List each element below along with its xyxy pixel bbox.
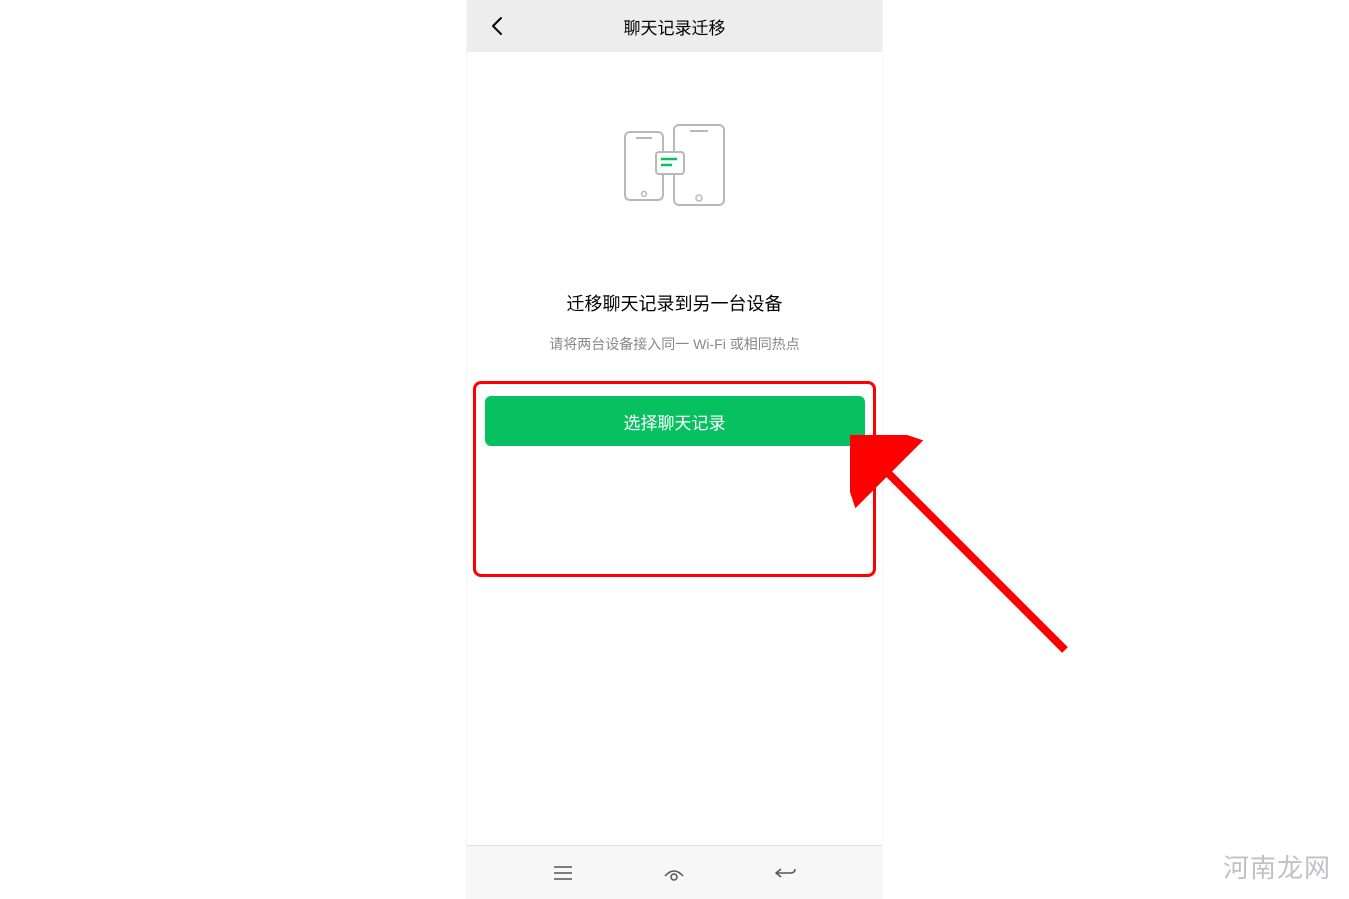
home-icon [662, 864, 686, 882]
watermark-text: 河南龙网 [1223, 848, 1331, 885]
content-area: 迁移聊天记录到另一台设备 请将两台设备接入同一 Wi-Fi 或相同热点 选择聊天… [467, 120, 882, 446]
back-button[interactable] [479, 8, 515, 44]
menu-icon [552, 865, 574, 881]
nav-menu-button[interactable] [549, 859, 577, 887]
migrate-illustration [620, 120, 730, 210]
chevron-left-icon [491, 16, 503, 36]
select-chat-records-button[interactable]: 选择聊天记录 [485, 396, 865, 446]
annotation-arrow [850, 435, 1080, 665]
page-title: 聊天记录迁移 [467, 14, 882, 39]
migrate-title: 迁移聊天记录到另一台设备 [467, 290, 882, 316]
phone-screen: 聊天记录迁移 迁移聊天记录到另一台设备 请将两台设备接入同一 Wi-Fi 或相同… [467, 0, 882, 899]
nav-back-button[interactable] [772, 859, 800, 887]
back-icon [774, 864, 798, 882]
migrate-subtitle: 请将两台设备接入同一 Wi-Fi 或相同热点 [467, 334, 882, 354]
header-bar: 聊天记录迁移 [467, 0, 882, 52]
nav-home-button[interactable] [660, 859, 688, 887]
system-nav-bar [467, 845, 882, 899]
